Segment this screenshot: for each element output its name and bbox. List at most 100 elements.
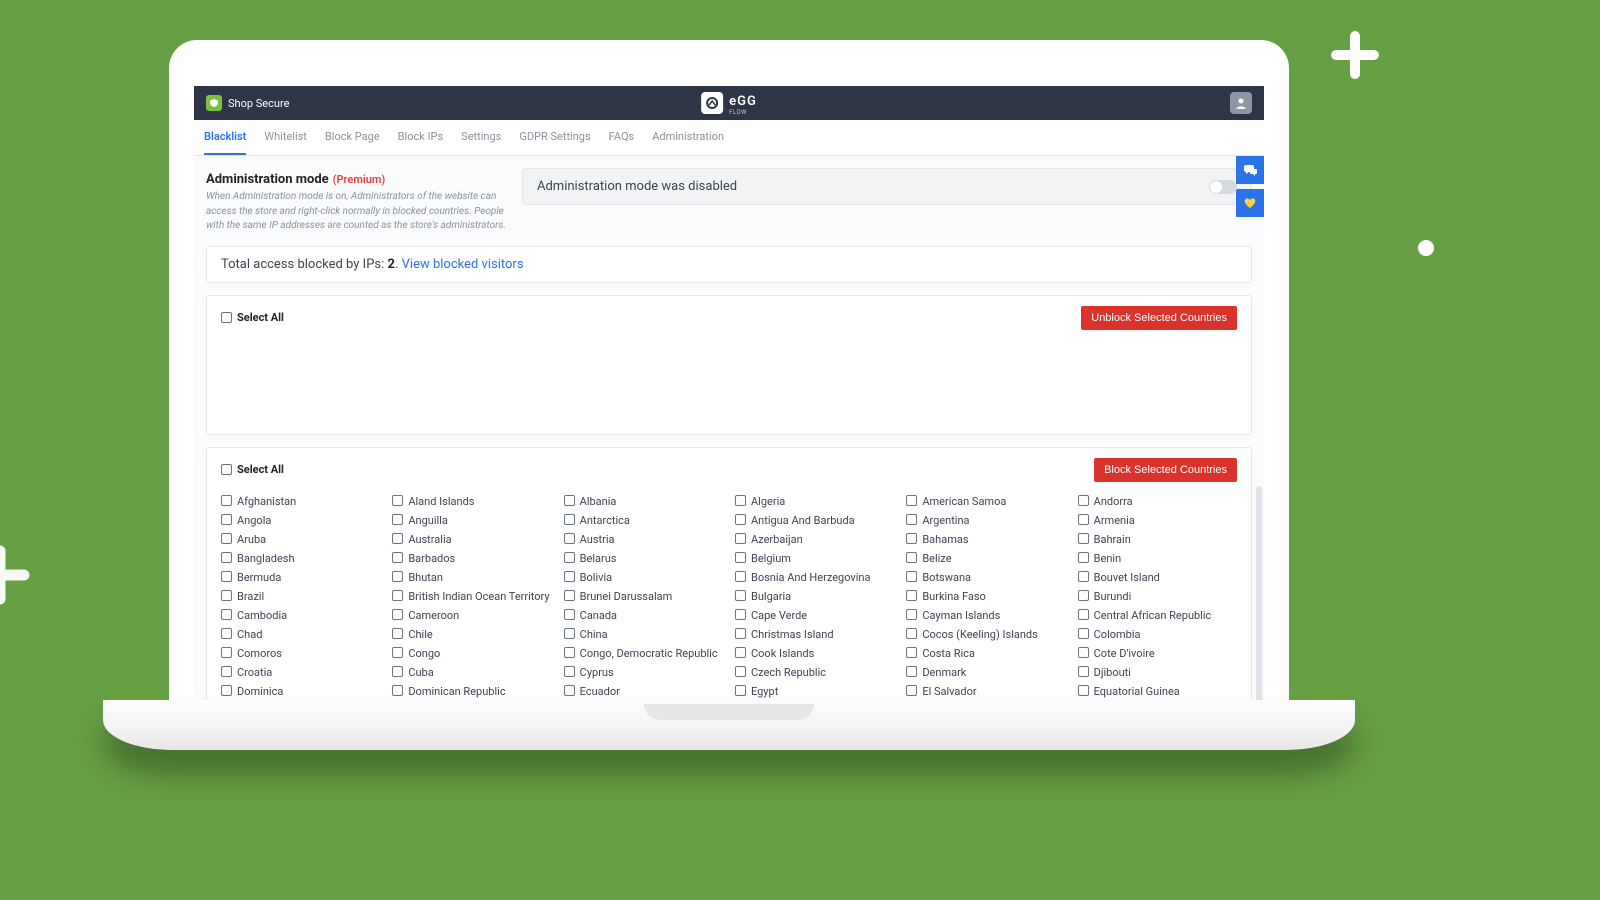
block-button[interactable]: Block Selected Countries [1094,458,1237,482]
country-item[interactable]: Comoros [221,644,380,663]
avatar[interactable] [1230,92,1252,114]
country-label: Armenia [1094,514,1135,527]
tab-blacklist[interactable]: Blacklist [204,120,246,155]
country-item[interactable]: Cuba [392,663,551,682]
country-label: Cyprus [580,666,614,679]
country-item[interactable]: Dominican Republic [392,682,551,701]
country-item[interactable]: Cape Verde [735,606,894,625]
country-item[interactable]: Andorra [1078,492,1237,511]
country-item[interactable]: Ecuador [564,682,723,701]
country-item[interactable]: Belarus [564,549,723,568]
country-item[interactable]: Afghanistan [221,492,380,511]
country-item[interactable]: Croatia [221,663,380,682]
checkbox-icon [1078,666,1089,677]
tab-whitelist[interactable]: Whitelist [264,120,307,155]
country-item[interactable]: Bosnia And Herzegovina [735,568,894,587]
checkbox-icon [735,685,746,696]
checkbox-icon [735,533,746,544]
country-item[interactable]: Belize [906,549,1065,568]
country-item[interactable]: Colombia [1078,625,1237,644]
country-item[interactable]: Czech Republic [735,663,894,682]
checkbox-icon [392,666,403,677]
country-item[interactable]: Central African Republic [1078,606,1237,625]
select-all-countries[interactable]: Select All [221,463,284,476]
checkbox-icon [735,590,746,601]
country-label: China [580,628,608,641]
country-item[interactable]: Cyprus [564,663,723,682]
country-item[interactable]: American Samoa [906,492,1065,511]
favorite-button[interactable] [1236,189,1264,217]
country-item[interactable]: Belgium [735,549,894,568]
country-item[interactable]: Congo, Democratic Republic [564,644,723,663]
country-item[interactable]: Cameroon [392,606,551,625]
country-item[interactable]: Armenia [1078,511,1237,530]
country-item[interactable]: Cook Islands [735,644,894,663]
country-item[interactable]: Argentina [906,511,1065,530]
country-item[interactable]: Bouvet Island [1078,568,1237,587]
country-item[interactable]: Chad [221,625,380,644]
country-item[interactable]: Chile [392,625,551,644]
country-label: Antigua And Barbuda [751,514,855,527]
chat-button[interactable] [1236,156,1264,184]
country-item[interactable]: Algeria [735,492,894,511]
country-item[interactable]: China [564,625,723,644]
tab-administration[interactable]: Administration [652,120,724,155]
country-item[interactable]: Canada [564,606,723,625]
logo-mark-icon [701,92,723,114]
country-item[interactable]: Bahamas [906,530,1065,549]
country-item[interactable]: Antarctica [564,511,723,530]
country-item[interactable]: Bhutan [392,568,551,587]
country-item[interactable]: Angola [221,511,380,530]
country-item[interactable]: Denmark [906,663,1065,682]
country-item[interactable]: Brazil [221,587,380,606]
country-item[interactable]: Antigua And Barbuda [735,511,894,530]
country-item[interactable]: Cote D'ivoire [1078,644,1237,663]
admin-mode-helptext: When Administration mode is on, Administ… [206,190,506,234]
select-all-blocked[interactable]: Select All [221,311,284,324]
admin-mode-toggle[interactable] [1209,180,1237,194]
country-item[interactable]: Costa Rica [906,644,1065,663]
country-item[interactable]: Egypt [735,682,894,701]
country-item[interactable]: British Indian Ocean Territory [392,587,551,606]
country-item[interactable]: Bahrain [1078,530,1237,549]
unblock-button[interactable]: Unblock Selected Countries [1081,306,1237,330]
country-item[interactable]: Bulgaria [735,587,894,606]
checkbox-icon [735,628,746,639]
view-blocked-link[interactable]: View blocked visitors [402,257,524,272]
country-item[interactable]: Christmas Island [735,625,894,644]
country-item[interactable]: Congo [392,644,551,663]
country-item[interactable]: Cambodia [221,606,380,625]
country-item[interactable]: Bermuda [221,568,380,587]
country-item[interactable]: Azerbaijan [735,530,894,549]
country-item[interactable]: Cocos (Keeling) Islands [906,625,1065,644]
country-item[interactable]: Aruba [221,530,380,549]
country-item[interactable]: Bangladesh [221,549,380,568]
tab-block-ips[interactable]: Block IPs [398,120,443,155]
country-item[interactable]: Cayman Islands [906,606,1065,625]
tab-faqs[interactable]: FAQs [609,120,635,155]
country-item[interactable]: Equatorial Guinea [1078,682,1237,701]
checkbox-icon [392,495,403,506]
tab-settings[interactable]: Settings [461,120,501,155]
country-item[interactable]: Albania [564,492,723,511]
country-label: Bouvet Island [1094,571,1160,584]
country-item[interactable]: Bolivia [564,568,723,587]
country-item[interactable]: Austria [564,530,723,549]
country-item[interactable]: Anguilla [392,511,551,530]
country-item[interactable]: Dominica [221,682,380,701]
logo-subtext: FLOW [729,109,757,116]
country-item[interactable]: Barbados [392,549,551,568]
country-item[interactable]: Burkina Faso [906,587,1065,606]
country-item[interactable]: Brunei Darussalam [564,587,723,606]
scrollbar[interactable] [1256,486,1262,700]
country-list: AfghanistanAngolaArubaBangladeshBermudaB… [221,492,1237,701]
country-item[interactable]: Djibouti [1078,663,1237,682]
tab-gdpr-settings[interactable]: GDPR Settings [519,120,590,155]
tab-block-page[interactable]: Block Page [325,120,380,155]
country-item[interactable]: Benin [1078,549,1237,568]
country-item[interactable]: Botswana [906,568,1065,587]
country-item[interactable]: Australia [392,530,551,549]
country-item[interactable]: Aland Islands [392,492,551,511]
country-item[interactable]: Burundi [1078,587,1237,606]
country-item[interactable]: El Salvador [906,682,1065,701]
